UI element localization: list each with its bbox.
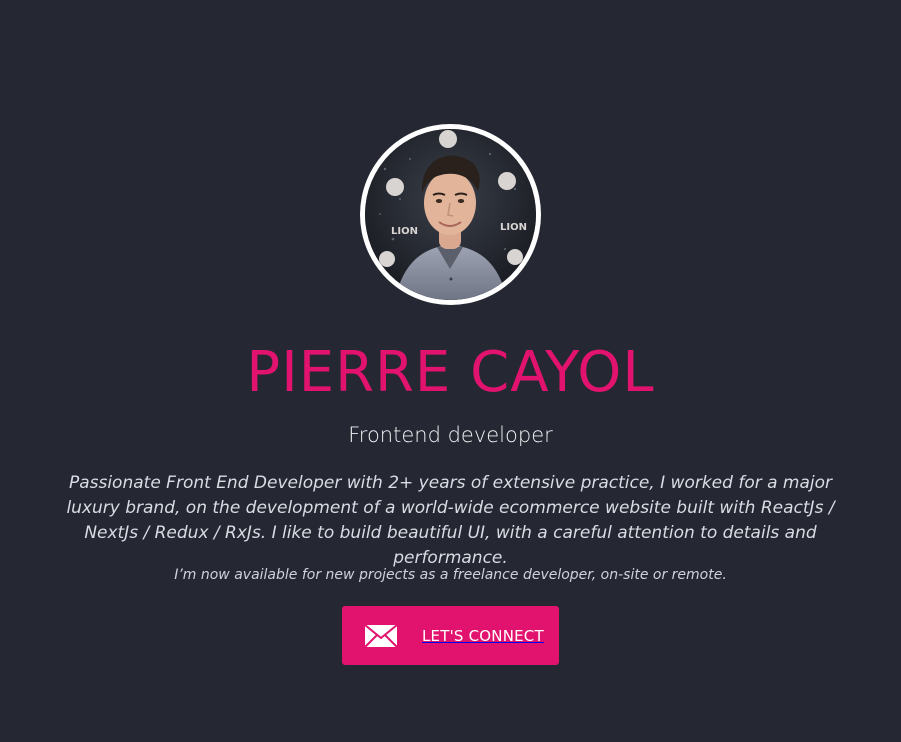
lets-connect-button[interactable]: LET'S CONNECT bbox=[342, 606, 559, 665]
lets-connect-label: LET'S CONNECT bbox=[422, 626, 544, 645]
profile-role: Frontend developer bbox=[348, 423, 553, 447]
profile-bio: Passionate Front End Developer with 2+ y… bbox=[66, 473, 835, 568]
profile-photo: LION LION bbox=[365, 129, 536, 300]
availability-note: I’m now available for new projects as a … bbox=[174, 567, 727, 583]
backdrop-text-left: LION bbox=[391, 226, 418, 237]
profile-name: PIERRE CAYOL bbox=[246, 340, 655, 405]
landing-page: LION LION PIERRE CAYOL Frontend develope… bbox=[0, 0, 901, 742]
avatar: LION LION bbox=[360, 124, 541, 305]
envelope-icon bbox=[364, 623, 398, 648]
backdrop-text-right: LION bbox=[500, 222, 527, 233]
